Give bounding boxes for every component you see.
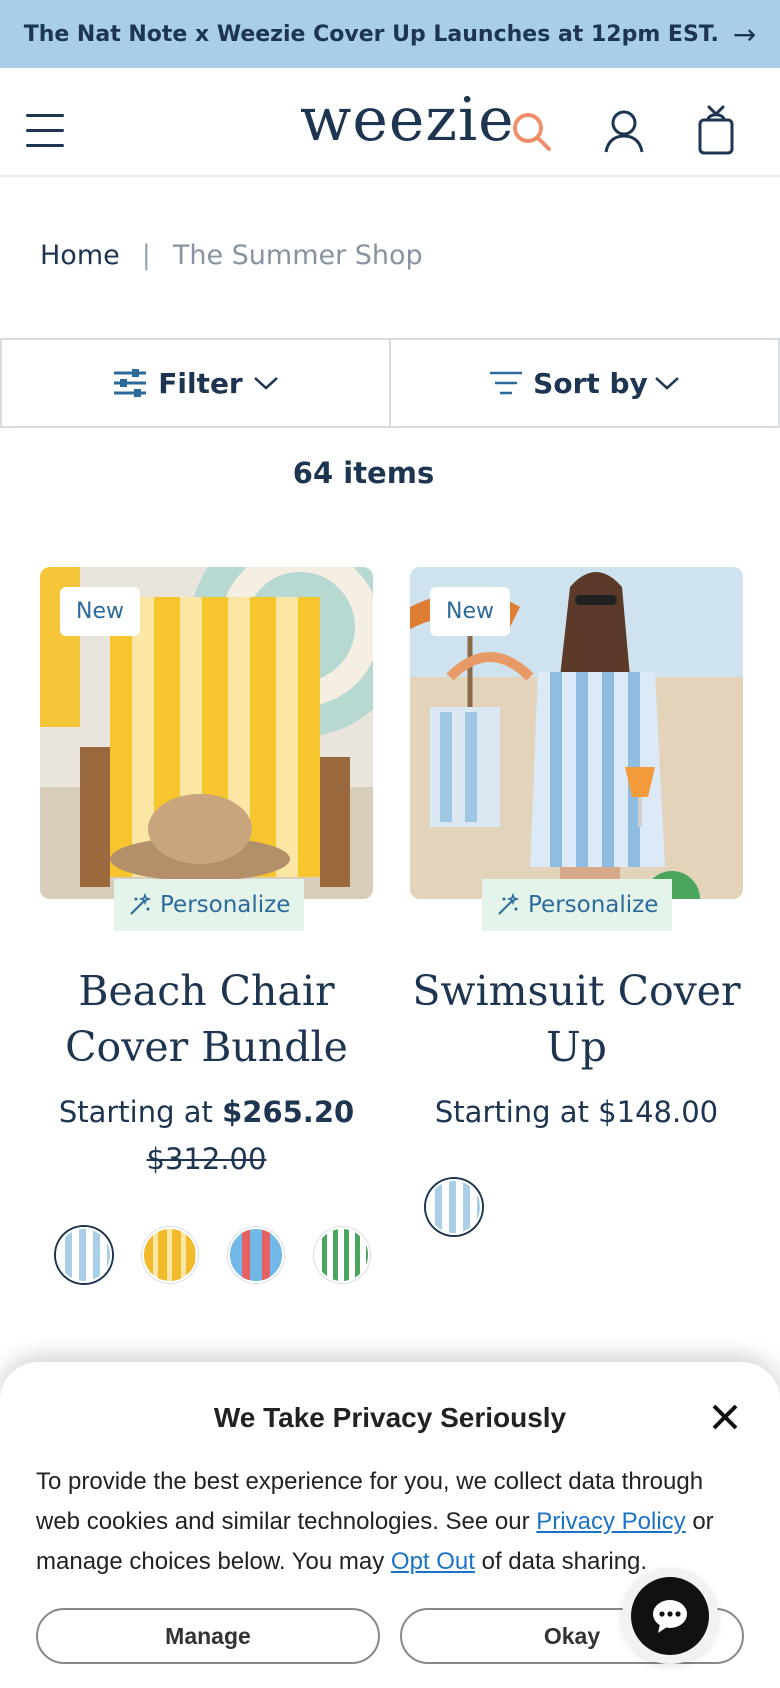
product-title-line-1: Beach Chair [78, 967, 335, 1015]
product-title[interactable]: Swimsuit Cover Up [410, 963, 743, 1075]
new-badge: New [60, 587, 140, 636]
breadcrumb-current: The Summer Shop [172, 240, 423, 271]
account-icon[interactable] [602, 108, 646, 156]
sale-price: $265.20 [222, 1095, 355, 1129]
announcement-text: The Nat Note x Weezie Cover Up Launches … [23, 21, 719, 47]
logo[interactable]: weezie [300, 90, 515, 150]
arrow-right-icon: → [732, 17, 757, 51]
swatch-yellow-stripe[interactable] [142, 1227, 198, 1283]
original-price: $312.00 [146, 1142, 267, 1176]
personalize-badge[interactable]: Personalize [114, 879, 305, 931]
search-icon[interactable] [510, 108, 554, 156]
manage-button[interactable]: Manage [36, 1608, 380, 1664]
gift-bag-icon[interactable] [694, 104, 738, 155]
product-price: Starting at $265.20 $312.00 [40, 1089, 373, 1183]
personalize-badge[interactable]: Personalize [482, 879, 673, 931]
swatch-green-stripe[interactable] [314, 1227, 370, 1283]
sort-label: Sort by [533, 366, 648, 400]
magic-wand-icon [498, 893, 520, 915]
breadcrumb-home-link[interactable]: Home [40, 240, 120, 271]
privacy-policy-link[interactable]: Privacy Policy [536, 1508, 685, 1535]
product-card[interactable]: New Personalize Beach Chair Cover Bundle… [40, 567, 373, 1283]
chat-bubble-icon [631, 1577, 709, 1655]
breadcrumb-separator: | [141, 240, 151, 271]
product-title-line-2: Up [546, 1023, 607, 1071]
personalize-label: Personalize [528, 892, 659, 918]
new-badge: New [430, 587, 510, 636]
product-title-line-1: Swimsuit Cover [412, 967, 741, 1015]
swatch-light-blue-stripe[interactable] [56, 1227, 112, 1283]
opt-out-link[interactable]: Opt Out [391, 1548, 475, 1575]
breadcrumb: Home | The Summer Shop [40, 240, 423, 271]
privacy-title: We Take Privacy Seriously [213, 1402, 567, 1433]
swatch-light-blue-stripe[interactable] [426, 1179, 482, 1235]
magic-wand-icon [130, 893, 152, 915]
sort-button[interactable]: Sort by [391, 340, 780, 426]
product-title-line-2: Cover Bundle [65, 1023, 348, 1071]
product-image-beach-chair[interactable]: New [40, 567, 373, 899]
product-title[interactable]: Beach Chair Cover Bundle [40, 963, 373, 1075]
chevron-down-icon [654, 377, 679, 390]
privacy-text-part-3: of data sharing. [474, 1548, 648, 1575]
sort-lines-icon [490, 371, 523, 395]
price-value: $148.00 [598, 1095, 719, 1129]
chevron-down-icon [253, 377, 278, 390]
filter-sort-toolbar: Filter Sort by [0, 338, 780, 428]
privacy-text: To provide the best experience for you, … [36, 1462, 746, 1582]
menu-icon[interactable] [26, 114, 64, 148]
price-prefix: Starting at [58, 1095, 213, 1129]
results-count: 64 items [292, 456, 435, 490]
filter-button[interactable]: Filter [0, 340, 391, 426]
product-image-swimsuit-cover-up[interactable]: New [410, 567, 743, 899]
filter-label: Filter [158, 366, 243, 400]
product-price: Starting at $148.00 [410, 1089, 743, 1136]
swatch-red-blue-stripe[interactable] [228, 1227, 284, 1283]
personalize-label: Personalize [160, 892, 291, 918]
color-swatches [426, 1179, 512, 1235]
announcement-bar[interactable]: The Nat Note x Weezie Cover Up Launches … [0, 0, 780, 68]
site-header: weezie [0, 68, 780, 177]
sliders-icon [114, 369, 147, 397]
chat-launcher-button[interactable] [622, 1568, 718, 1664]
product-card[interactable]: New Personalize Swimsuit Cover Up Starti… [410, 567, 743, 1235]
price-prefix: Starting at [434, 1095, 589, 1129]
color-swatches [56, 1227, 400, 1283]
close-icon[interactable] [710, 1402, 740, 1432]
